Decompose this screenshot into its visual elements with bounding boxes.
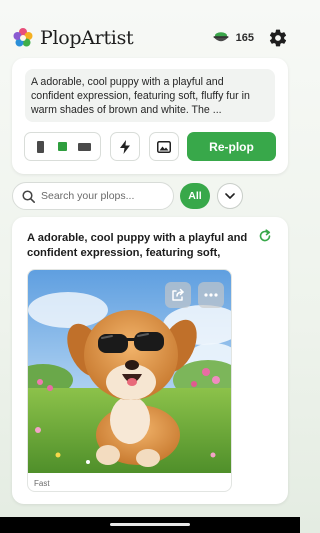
search-icon [22,189,35,203]
share-icon [172,288,184,301]
portrait-icon [36,140,44,153]
app-name: PlopArtist [40,27,134,49]
credits-bowl-icon [213,32,229,42]
filter-all-button[interactable]: All [180,183,210,209]
more-dots-icon [204,293,218,297]
more-options-button[interactable] [198,282,224,308]
share-button[interactable] [165,282,191,308]
refresh-icon[interactable] [258,229,272,243]
plop-result-card: A adorable, cool puppy with a playful an… [12,217,288,504]
credits-value: 165 [235,32,254,44]
lightning-icon [120,139,130,154]
replop-button[interactable]: Re-plop [187,132,276,161]
square-icon [57,142,67,151]
search-bar[interactable] [12,182,174,210]
landscape-icon [78,142,92,151]
filter-dropdown-button[interactable] [217,183,243,209]
aspect-portrait-button[interactable] [30,137,50,157]
generation-speed-label: Fast [34,479,50,488]
plop-image-frame[interactable]: Fast [27,269,232,492]
credits-counter[interactable]: 165 [212,31,254,45]
app-header: PlopArtist 165 [12,22,288,54]
prompt-toolbar: Re-plop [24,132,276,161]
prompt-text-field[interactable]: A adorable, cool puppy with a playful an… [25,69,275,122]
home-indicator[interactable] [110,523,190,526]
aspect-ratio-selector [24,132,101,161]
plop-title: A adorable, cool puppy with a playful an… [27,232,248,259]
image-icon [157,140,171,153]
image-reference-button[interactable] [149,132,179,161]
settings-gear-icon[interactable] [268,28,288,48]
aspect-square-button[interactable] [52,137,72,157]
app-logo-icon [12,27,34,49]
system-navigation-bar [0,517,300,533]
prompt-card: A adorable, cool puppy with a playful an… [12,58,288,174]
search-input[interactable] [41,190,161,202]
aspect-landscape-button[interactable] [75,137,95,157]
speed-button[interactable] [110,132,140,161]
chevron-down-icon [225,193,235,199]
